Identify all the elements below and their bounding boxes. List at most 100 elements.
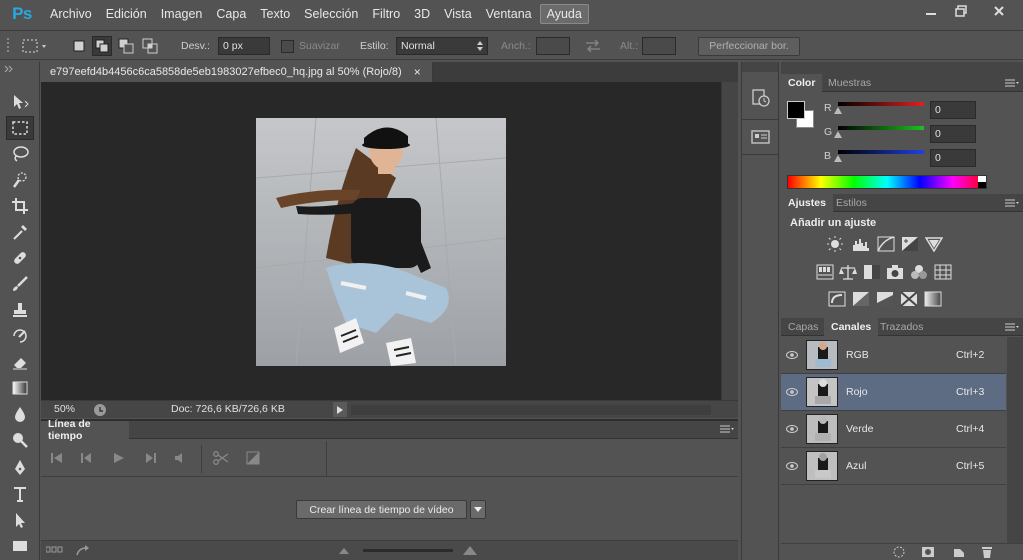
- zoom-in-timeline-button[interactable]: [463, 545, 477, 555]
- blue-slider-track[interactable]: [838, 150, 924, 154]
- photo-filter-icon[interactable]: [886, 264, 904, 280]
- timeline-zoom-slider[interactable]: [363, 545, 453, 555]
- black-white-icon[interactable]: [863, 264, 881, 280]
- history-brush-tool[interactable]: [6, 324, 34, 348]
- selective-color-icon[interactable]: [900, 291, 918, 307]
- lasso-tool[interactable]: [6, 142, 34, 166]
- estilo-select[interactable]: Normal: [396, 31, 488, 61]
- clone-stamp-tool[interactable]: [6, 298, 34, 322]
- channel-mixer-icon[interactable]: [910, 264, 928, 280]
- visibility-eye-icon[interactable]: [781, 462, 803, 470]
- split-at-playhead-button[interactable]: [213, 451, 229, 465]
- visibility-eye-icon[interactable]: [781, 388, 803, 396]
- visibility-eye-icon[interactable]: [781, 351, 803, 359]
- menu-filtro[interactable]: Filtro: [366, 5, 406, 23]
- rectangle-tool[interactable]: [6, 534, 34, 558]
- convert-animation-button[interactable]: [76, 544, 90, 556]
- crop-tool[interactable]: [6, 194, 34, 218]
- channels-scrollbar[interactable]: [1007, 337, 1023, 543]
- channels-panel-menu[interactable]: [1005, 323, 1019, 331]
- status-menu-button[interactable]: [333, 402, 347, 417]
- next-frame-button[interactable]: [144, 453, 156, 463]
- vibrance-icon[interactable]: [925, 236, 943, 252]
- invert-icon[interactable]: [828, 291, 846, 307]
- desv-input[interactable]: 0 px: [218, 37, 270, 55]
- load-channel-selection-icon[interactable]: [893, 546, 905, 558]
- exposure-icon[interactable]: [901, 236, 919, 252]
- red-slider-track[interactable]: [838, 102, 924, 106]
- subtract-selection-button[interactable]: [118, 31, 134, 61]
- menu-seleccion[interactable]: Selección: [298, 5, 364, 23]
- alt-input[interactable]: [642, 37, 676, 55]
- tool-preset-picker[interactable]: [22, 31, 50, 61]
- menu-archivo[interactable]: Archivo: [44, 5, 98, 23]
- green-slider-thumb[interactable]: [834, 131, 842, 138]
- levels-icon[interactable]: [852, 236, 870, 252]
- path-selection-tool[interactable]: [6, 508, 34, 532]
- gradient-map-icon[interactable]: [924, 291, 942, 307]
- threshold-icon[interactable]: [876, 291, 894, 307]
- create-video-timeline-button[interactable]: Crear línea de tiempo de vídeo: [296, 500, 467, 519]
- go-to-first-frame-button[interactable]: [51, 453, 63, 463]
- menu-texto[interactable]: Texto: [254, 5, 296, 23]
- timeline-type-dropdown[interactable]: [470, 500, 486, 519]
- render-frames-button[interactable]: [46, 546, 64, 554]
- timeline-panel-menu[interactable]: [720, 425, 734, 433]
- transition-button[interactable]: [246, 451, 260, 465]
- eyedropper-tool[interactable]: [6, 220, 34, 244]
- zoom-level[interactable]: 50%: [54, 403, 75, 415]
- blur-tool[interactable]: [6, 402, 34, 426]
- swap-dimensions-button[interactable]: [585, 31, 601, 61]
- save-selection-channel-icon[interactable]: [921, 546, 935, 558]
- menu-vista[interactable]: Vista: [438, 5, 478, 23]
- add-selection-button[interactable]: [92, 31, 112, 61]
- red-slider-thumb[interactable]: [834, 107, 842, 114]
- channel-row-verde[interactable]: Verde Ctrl+4: [781, 411, 1006, 448]
- quick-selection-tool[interactable]: [6, 168, 34, 192]
- refine-edge-button[interactable]: Perfeccionar bor.: [698, 36, 800, 56]
- play-button[interactable]: [114, 453, 124, 463]
- tab-styles[interactable]: Estilos: [829, 194, 874, 212]
- color-spectrum-ramp[interactable]: [787, 175, 987, 189]
- previous-frame-button[interactable]: [81, 453, 93, 463]
- menu-ventana[interactable]: Ventana: [480, 5, 538, 23]
- hue-saturation-icon[interactable]: [816, 264, 834, 280]
- properties-panel-button[interactable]: [751, 129, 771, 145]
- tab-paths[interactable]: Trazados: [873, 318, 930, 336]
- posterize-icon[interactable]: [852, 291, 870, 307]
- pen-tool[interactable]: [6, 456, 34, 480]
- color-balance-icon[interactable]: [839, 264, 857, 280]
- tab-swatches[interactable]: Muestras: [821, 74, 878, 92]
- curves-icon[interactable]: [877, 236, 895, 252]
- gradient-tool[interactable]: [6, 376, 34, 400]
- new-selection-button[interactable]: [72, 31, 86, 61]
- trash-icon[interactable]: [981, 545, 993, 559]
- menu-capa[interactable]: Capa: [210, 5, 252, 23]
- new-channel-icon[interactable]: [953, 546, 965, 558]
- dodge-tool[interactable]: [6, 428, 34, 452]
- menu-3d[interactable]: 3D: [408, 5, 436, 23]
- menu-ayuda[interactable]: Ayuda: [539, 4, 589, 24]
- anch-input[interactable]: [536, 37, 570, 55]
- minimize-button[interactable]: [917, 0, 945, 22]
- eraser-tool[interactable]: [6, 350, 34, 374]
- adjustments-panel-menu[interactable]: [1005, 199, 1019, 207]
- blue-slider-thumb[interactable]: [834, 155, 842, 162]
- brightness-icon[interactable]: [826, 236, 844, 252]
- menu-edicion[interactable]: Edición: [100, 5, 153, 23]
- document-tab[interactable]: e797eefd4b4456c6ca5858de5eb1983027efbec0…: [41, 62, 433, 82]
- green-value-input[interactable]: 0: [930, 125, 976, 143]
- tab-color[interactable]: Color: [781, 74, 823, 92]
- tab-channels[interactable]: Canales: [824, 318, 879, 336]
- visibility-eye-icon[interactable]: [781, 425, 803, 433]
- foreground-color-swatch[interactable]: [787, 101, 805, 119]
- document-image[interactable]: [256, 118, 506, 366]
- green-slider-track[interactable]: [838, 126, 924, 130]
- tab-adjustments[interactable]: Ajustes: [781, 194, 833, 212]
- channel-row-azul[interactable]: Azul Ctrl+5: [781, 448, 1006, 485]
- brush-tool[interactable]: [6, 272, 34, 296]
- close-document-button[interactable]: ×: [414, 65, 421, 79]
- horizontal-scrollbar[interactable]: [351, 405, 711, 415]
- tab-layers[interactable]: Capas: [781, 318, 825, 336]
- color-panel-menu[interactable]: [1005, 79, 1019, 87]
